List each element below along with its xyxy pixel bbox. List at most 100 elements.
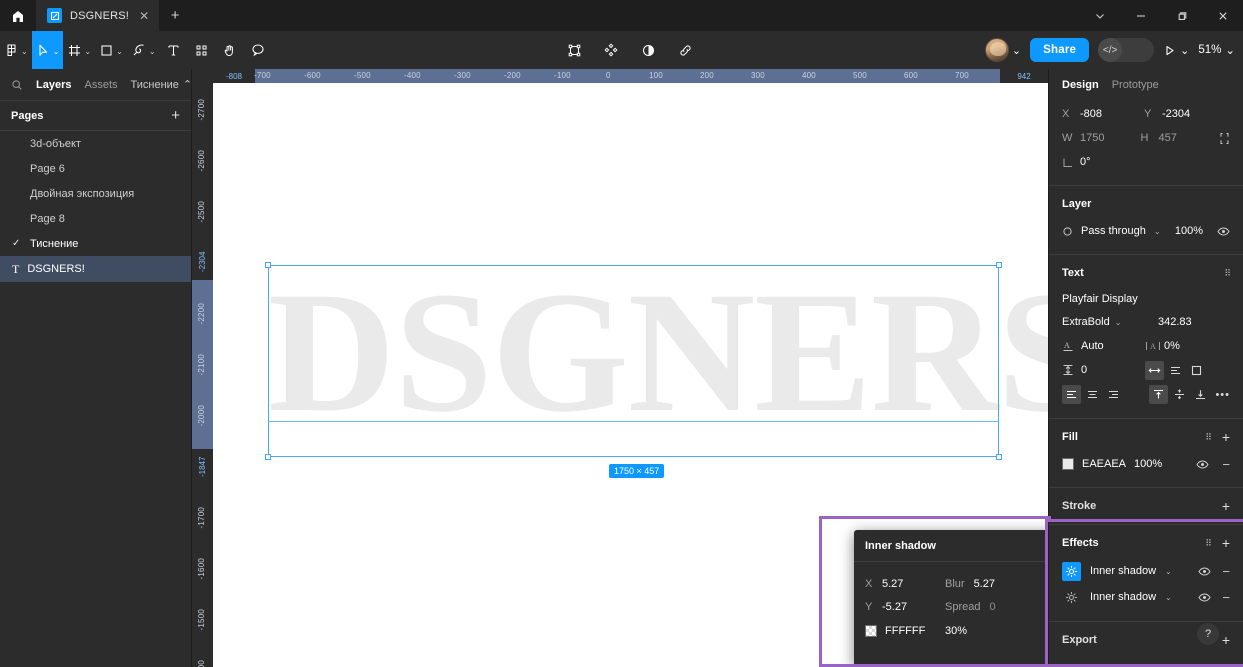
page-item-double-exposure[interactable]: Двойная экспозиция — [0, 181, 191, 206]
effect-item-1[interactable]: Inner shadow ⌄ − — [1062, 558, 1230, 584]
tab-design[interactable]: Design — [1062, 79, 1099, 91]
remove-fill-button[interactable]: − — [1222, 458, 1230, 471]
new-tab-button[interactable]: + — [159, 0, 191, 31]
color-swatch[interactable] — [1062, 458, 1074, 470]
minimize-icon[interactable] — [1120, 0, 1161, 31]
add-fill-button[interactable]: + — [1222, 430, 1230, 444]
align-bottom-icon[interactable] — [1191, 385, 1210, 404]
line-height-control[interactable]: A Auto — [1062, 340, 1145, 352]
page-item-page6[interactable]: Page 6 — [0, 156, 191, 181]
chevron-down-icon[interactable]: ⌄ — [1180, 44, 1189, 57]
align-right-icon[interactable] — [1104, 385, 1123, 404]
align-left-icon[interactable] — [1062, 385, 1081, 404]
resources-tool[interactable] — [188, 31, 216, 69]
layer-opacity[interactable]: 100% — [1175, 225, 1203, 237]
settings-grip-icon[interactable]: ⠿ — [1205, 432, 1212, 442]
hand-tool[interactable] — [216, 31, 244, 69]
effect-item-2[interactable]: Inner shadow ⌄ − — [1062, 584, 1230, 610]
effect-sun-icon[interactable] — [1062, 588, 1081, 607]
field-w[interactable]: W 1750 — [1062, 132, 1141, 144]
eye-icon[interactable] — [1217, 226, 1230, 237]
present-button[interactable]: ⌄ — [1163, 44, 1189, 57]
share-button[interactable]: Share — [1030, 38, 1090, 62]
chevron-down-icon[interactable]: ⌄ — [1165, 593, 1172, 602]
tab-assets[interactable]: Assets — [84, 79, 117, 91]
popup-field-color[interactable]: FFFFFF — [865, 625, 945, 637]
add-export-button[interactable]: + — [1222, 633, 1230, 647]
align-middle-icon[interactable] — [1170, 385, 1189, 404]
add-page-button[interactable]: + — [171, 108, 180, 123]
resize-handle-br[interactable] — [996, 454, 1002, 460]
search-icon[interactable] — [11, 79, 23, 91]
auto-height-icon[interactable] — [1166, 361, 1185, 380]
align-top-icon[interactable] — [1149, 385, 1168, 404]
popup-field-blur[interactable]: Blur 5.27 — [945, 578, 1025, 590]
eye-icon[interactable] — [1198, 592, 1212, 603]
selection-icon[interactable] — [560, 31, 588, 69]
file-tab[interactable]: DSGNERS! ✕ — [36, 0, 160, 31]
text-tool[interactable] — [160, 31, 188, 69]
comment-tool[interactable] — [244, 31, 272, 69]
shape-tool[interactable]: ⌄ — [95, 31, 127, 69]
collapse-icon[interactable] — [1079, 0, 1120, 31]
popup-field-x[interactable]: X 5.27 — [865, 578, 945, 590]
field-rotation[interactable]: 0° — [1062, 156, 1144, 168]
align-center-icon[interactable] — [1083, 385, 1102, 404]
page-item-tisnenie[interactable]: ✓ Тиснение — [0, 231, 191, 256]
horizontal-ruler[interactable]: -808 -700 -600 -500 -400 -300 -200 -100 … — [213, 69, 1048, 83]
popup-color-opacity[interactable]: 30% — [945, 625, 967, 637]
menu-button[interactable]: ⌄ — [0, 31, 32, 69]
avatar[interactable] — [984, 38, 1009, 62]
fill-color-control[interactable]: EAEAEA — [1062, 458, 1134, 470]
blend-mode-control[interactable]: Pass through ⌄ — [1062, 225, 1175, 237]
popup-field-spread[interactable]: Spread 0 — [945, 601, 1025, 613]
settings-grip-icon[interactable]: ⠿ — [1224, 268, 1231, 278]
field-x[interactable]: X -808 — [1062, 108, 1144, 120]
resize-handle-tl[interactable] — [265, 262, 271, 268]
field-h[interactable]: H 457 — [1141, 132, 1220, 144]
home-button[interactable] — [0, 0, 36, 31]
tab-layers[interactable]: Layers — [36, 79, 71, 91]
resize-handle-bl[interactable] — [265, 454, 271, 460]
contrast-icon[interactable] — [634, 31, 662, 69]
tab-prototype[interactable]: Prototype — [1112, 79, 1159, 91]
color-swatch[interactable] — [865, 625, 877, 637]
add-effect-button[interactable]: + — [1222, 536, 1230, 550]
popup-field-y[interactable]: Y -5.27 — [865, 601, 945, 613]
more-options-icon[interactable]: ••• — [1215, 389, 1230, 401]
move-tool[interactable]: ⌄ — [31, 31, 64, 69]
constrain-proportions-icon[interactable] — [1219, 132, 1230, 145]
close-icon[interactable]: ✕ — [139, 9, 149, 23]
frame-tool[interactable]: ⌄ — [63, 31, 95, 69]
letter-spacing-control[interactable]: A 0% — [1145, 340, 1180, 352]
effect-sun-icon[interactable] — [1062, 561, 1081, 581]
layer-item-dsgners[interactable]: T DSGNERS! — [0, 256, 191, 282]
auto-width-icon[interactable] — [1145, 360, 1164, 380]
chevron-down-icon[interactable]: ⌄ — [1165, 567, 1172, 576]
vertical-ruler[interactable]: -2700 -2600 -2500 -2304 -2200 -2100 -200… — [192, 83, 213, 667]
remove-effect-button[interactable]: − — [1222, 591, 1230, 604]
maximize-icon[interactable] — [1161, 0, 1202, 31]
remove-effect-button[interactable]: − — [1222, 565, 1230, 578]
link-icon[interactable] — [671, 31, 699, 69]
font-weight-control[interactable]: ExtraBold ⌄ — [1062, 316, 1158, 328]
components-icon[interactable] — [597, 31, 625, 69]
help-button[interactable]: ? — [1197, 623, 1219, 645]
font-family-row[interactable]: Playfair Display — [1062, 288, 1230, 310]
selection-box[interactable] — [268, 265, 999, 457]
font-size-value[interactable]: 342.83 — [1158, 316, 1192, 328]
zoom-control[interactable]: 51% ⌄ — [1198, 43, 1235, 57]
settings-grip-icon[interactable]: ⠿ — [1205, 538, 1212, 548]
user-avatar-group[interactable]: ⌄ — [984, 38, 1021, 62]
fill-opacity[interactable]: 100% — [1134, 458, 1162, 470]
eye-icon[interactable] — [1198, 566, 1212, 577]
paragraph-spacing-control[interactable]: 0 — [1062, 364, 1145, 376]
dev-mode-toggle[interactable]: </> — [1098, 38, 1155, 62]
pen-tool[interactable]: ⌄ — [127, 31, 160, 69]
resize-handle-tr[interactable] — [996, 262, 1002, 268]
chevron-down-icon[interactable]: ⌄ — [1225, 43, 1235, 57]
chevron-down-icon[interactable]: ⌄ — [1012, 44, 1021, 57]
window-close-icon[interactable] — [1202, 0, 1243, 31]
eye-icon[interactable] — [1196, 459, 1210, 470]
add-stroke-button[interactable]: + — [1222, 499, 1230, 513]
